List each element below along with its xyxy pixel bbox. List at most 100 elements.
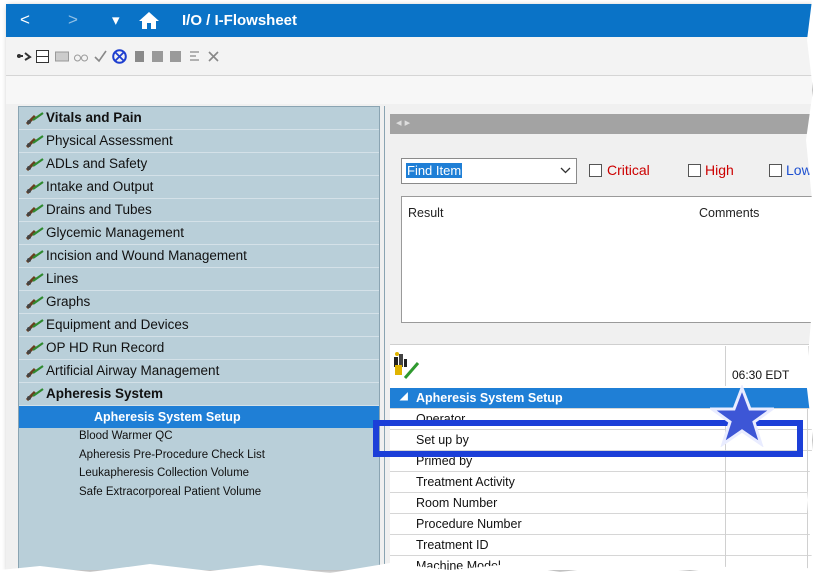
nav-section-label: Intake and Output xyxy=(46,179,154,194)
nav-section-item[interactable]: Lines xyxy=(19,268,379,291)
grid-row[interactable]: Primed by xyxy=(390,451,812,472)
result-column-header: Result xyxy=(408,206,444,220)
nav-subitem[interactable]: Safe Extracorporeal Patient Volume xyxy=(19,484,379,503)
cell-divider xyxy=(725,493,726,514)
table-view-icon[interactable] xyxy=(36,50,49,63)
notes-icon[interactable] xyxy=(169,50,182,63)
nav-section-item[interactable]: ADLs and Safety xyxy=(19,153,379,176)
section-tool-icon xyxy=(26,181,44,194)
strip-arrows-icon[interactable]: ◂ ▸ xyxy=(396,116,410,129)
section-tool-icon xyxy=(26,365,44,378)
cell-divider xyxy=(725,556,726,570)
nav-section-item[interactable]: Glycemic Management xyxy=(19,222,379,245)
link-icon[interactable] xyxy=(16,50,32,63)
cell-divider xyxy=(725,535,726,556)
nav-section-item[interactable]: Intake and Output xyxy=(19,176,379,199)
title-bar: < > ▾ I/O / I-Flowsheet xyxy=(6,4,812,37)
section-tool-icon xyxy=(26,296,44,309)
cell-divider xyxy=(807,556,808,570)
grid-row[interactable]: Machine Model xyxy=(390,556,812,570)
glasses-icon[interactable] xyxy=(74,50,88,63)
cell-divider xyxy=(725,472,726,493)
low-label: Low xyxy=(786,162,812,178)
cell-divider xyxy=(807,451,808,472)
nav-section-label: Equipment and Devices xyxy=(46,317,189,332)
history-dropdown-button[interactable]: ▾ xyxy=(112,11,120,29)
toolbar xyxy=(6,37,812,76)
grid-row[interactable]: Treatment ID xyxy=(390,535,812,556)
nav-section-label: Lines xyxy=(46,271,79,286)
document-icon[interactable] xyxy=(133,50,146,63)
cell-divider xyxy=(725,451,726,472)
grid-row-label: Room Number xyxy=(416,496,498,510)
nav-subitem[interactable]: Apheresis Pre-Procedure Check List xyxy=(19,447,379,466)
checkmark-icon[interactable] xyxy=(94,50,107,63)
grid-row-label: Treatment ID xyxy=(416,538,489,552)
nav-subitem[interactable]: Blood Warmer QC xyxy=(19,428,379,447)
cell-divider xyxy=(807,535,808,556)
calendar-icon[interactable] xyxy=(151,50,164,63)
nav-section-label: Vitals and Pain xyxy=(46,110,142,125)
app-window: < > ▾ I/O / I-Flowsheet Vitals and Pain P… xyxy=(6,4,812,570)
nav-section-item[interactable]: OP HD Run Record xyxy=(19,337,379,360)
nav-section-item[interactable]: Graphs xyxy=(19,291,379,314)
navigation-strip: ◂ ▸ xyxy=(390,114,812,134)
unchart-icon[interactable] xyxy=(112,49,127,64)
close-icon[interactable] xyxy=(207,50,220,63)
find-item-text: Find Item xyxy=(406,163,463,178)
section-tool-icon xyxy=(26,112,44,125)
critical-label: Critical xyxy=(607,162,650,178)
section-tool-icon xyxy=(26,158,44,171)
flowsheet-content: ◂ ▸ Find Item Critical High Low Result C… xyxy=(384,106,812,570)
chevron-down-icon[interactable] xyxy=(560,167,571,174)
sort-icon[interactable] xyxy=(188,50,201,63)
flowsheet-navigator: Vitals and Pain Physical Assessment ADLs a… xyxy=(18,106,380,570)
high-label: High xyxy=(705,162,734,178)
nav-section-item[interactable]: Equipment and Devices xyxy=(19,314,379,337)
grid-section-label: Apheresis System Setup xyxy=(416,391,563,405)
home-icon[interactable] xyxy=(138,11,160,30)
section-tool-icon xyxy=(26,204,44,217)
critical-checkbox[interactable] xyxy=(589,164,602,177)
nav-section-item[interactable]: Drains and Tubes xyxy=(19,199,379,222)
forward-button[interactable]: > xyxy=(68,10,78,30)
grid-row[interactable]: Room Number xyxy=(390,493,812,514)
flowsheet-edit-icon[interactable] xyxy=(392,351,422,381)
section-tool-icon xyxy=(26,135,44,148)
nav-section-label: Physical Assessment xyxy=(46,133,173,148)
cell-divider xyxy=(807,514,808,535)
high-checkbox[interactable] xyxy=(688,164,701,177)
grid-row-label: Set up by xyxy=(416,433,469,447)
nav-subitem[interactable]: Leukapheresis Collection Volume xyxy=(19,465,379,484)
time-column-label: 06:30 EDT xyxy=(732,368,790,382)
star-icon xyxy=(710,385,774,447)
back-button[interactable]: < xyxy=(20,10,30,30)
flowsheet-grid: 06:30 EDT ◢ Apheresis System Setup Operato… xyxy=(390,344,812,570)
section-tool-icon xyxy=(26,388,44,401)
cell-divider xyxy=(807,430,808,451)
section-tool-icon xyxy=(26,250,44,263)
nav-section-item[interactable]: Physical Assessment xyxy=(19,130,379,153)
grid-row-label: Procedure Number xyxy=(416,517,522,531)
low-checkbox[interactable] xyxy=(769,164,782,177)
nav-section-item[interactable]: Artificial Airway Management xyxy=(19,360,379,383)
nav-section-item[interactable]: Vitals and Pain xyxy=(19,107,379,130)
nav-section-label: Drains and Tubes xyxy=(46,202,152,217)
cell-divider xyxy=(807,493,808,514)
collapse-triangle-icon[interactable]: ◢ xyxy=(400,391,408,402)
section-tool-icon xyxy=(26,227,44,240)
nav-section-item[interactable]: Apheresis System xyxy=(19,383,379,406)
page-title: I/O / I-Flowsheet xyxy=(182,12,298,29)
nav-section-item[interactable]: Incision and Wound Management xyxy=(19,245,379,268)
band-strip xyxy=(6,76,812,104)
time-column-header[interactable]: 06:30 EDT xyxy=(725,346,809,386)
grid-row[interactable]: Procedure Number xyxy=(390,514,812,535)
comments-column-header: Comments xyxy=(699,206,760,220)
grid-row-label: Primed by xyxy=(416,454,473,468)
nav-section-label: ADLs and Safety xyxy=(46,156,148,171)
section-tool-icon xyxy=(26,342,44,355)
find-item-dropdown[interactable]: Find Item xyxy=(401,158,577,184)
grid-view-icon[interactable] xyxy=(55,50,69,63)
nav-subitem-selected[interactable]: Apheresis System Setup xyxy=(19,406,379,428)
grid-row[interactable]: Treatment Activity xyxy=(390,472,812,493)
